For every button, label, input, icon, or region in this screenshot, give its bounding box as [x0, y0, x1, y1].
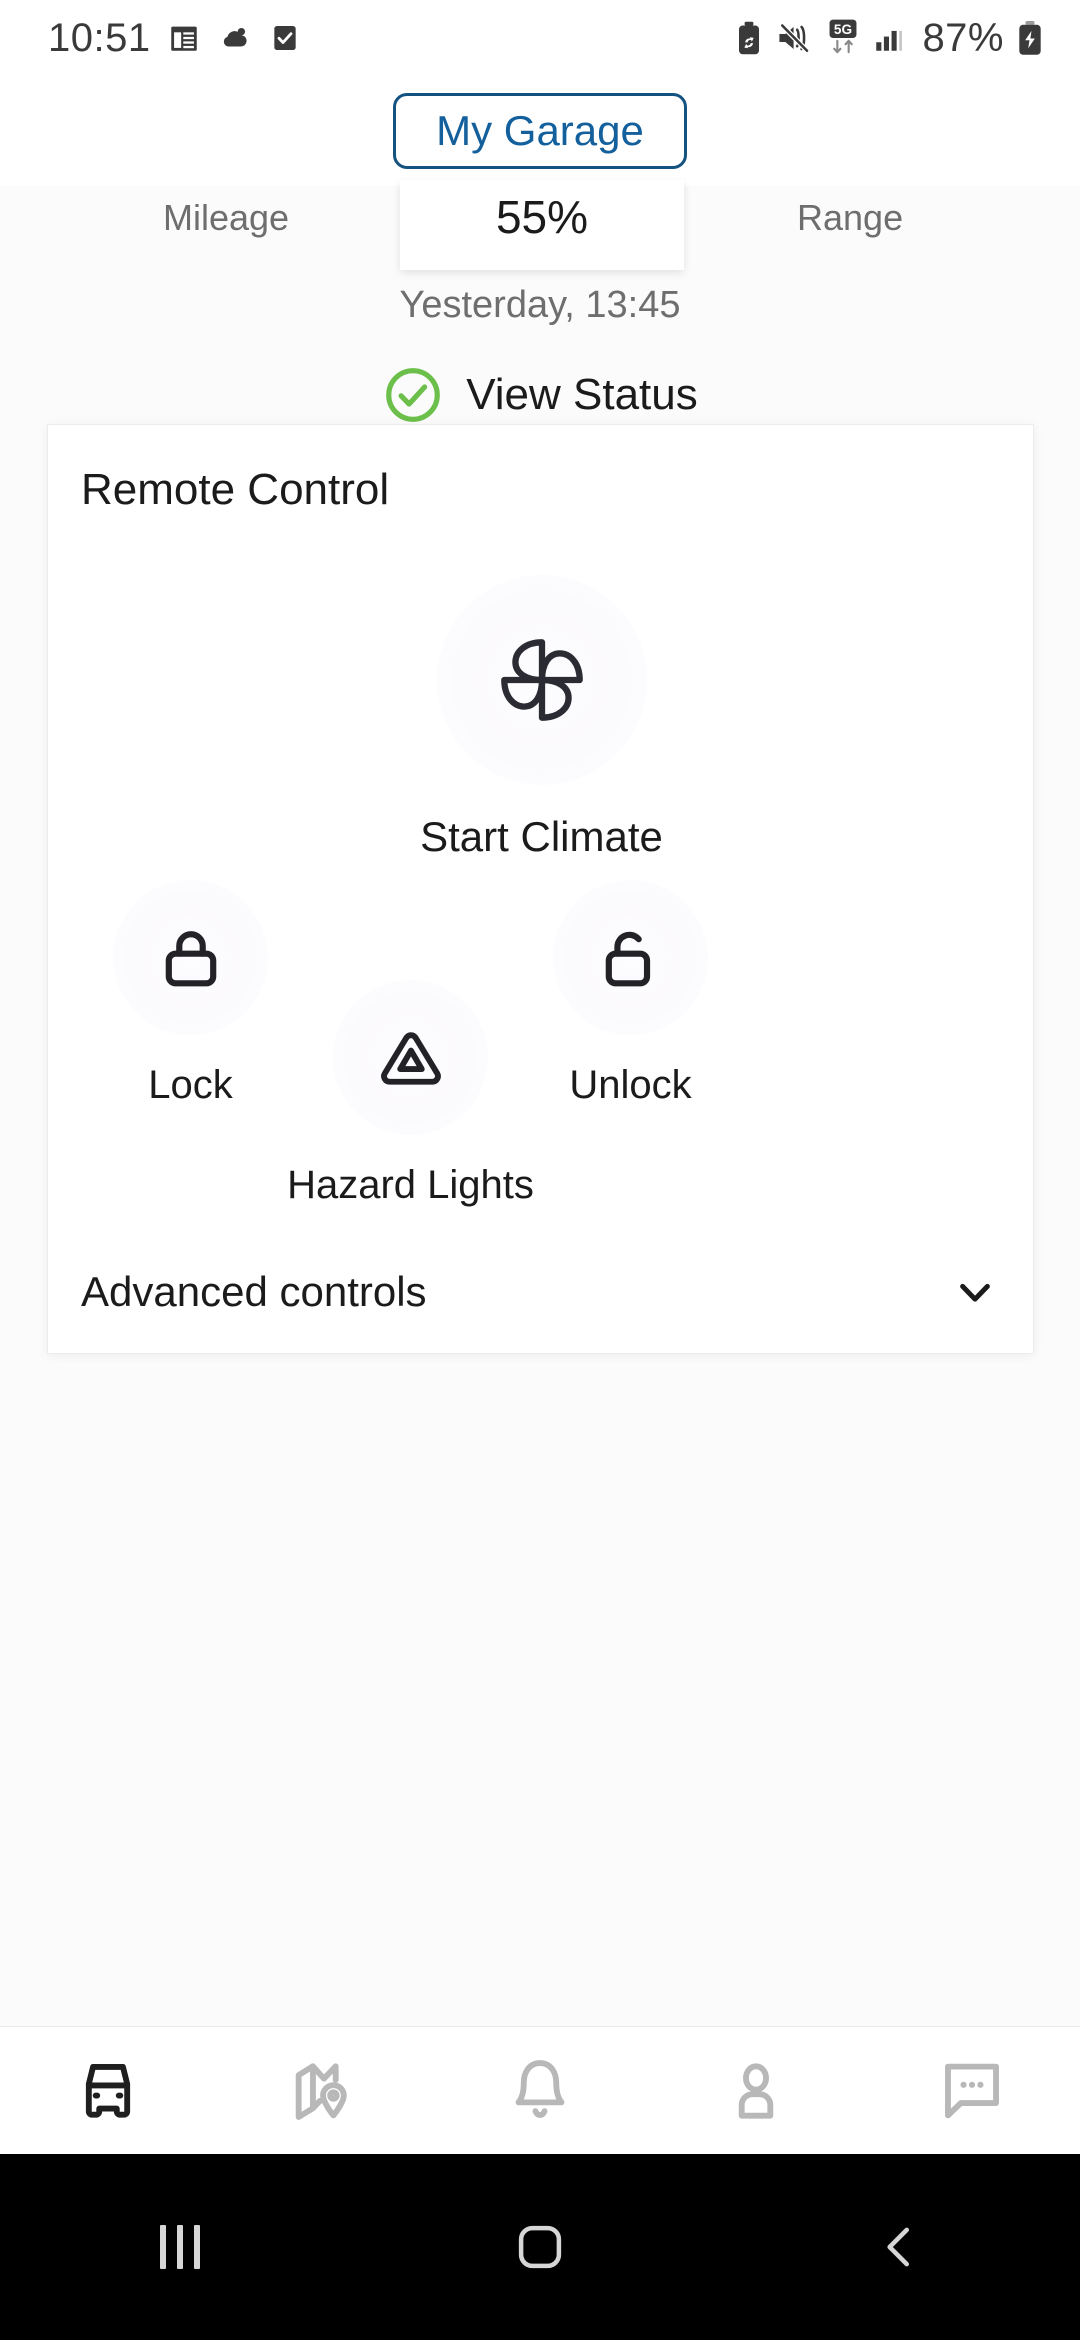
hazard-triangle-icon — [380, 1031, 441, 1085]
view-status-button[interactable]: View Status — [0, 364, 1080, 426]
range-label[interactable]: Range — [797, 197, 903, 239]
battery-level-card[interactable]: 55% — [400, 180, 684, 270]
my-garage-button[interactable]: My Garage — [393, 93, 687, 169]
mute-vibrate-icon — [779, 22, 811, 54]
status-bar-battery-percent: 87% — [922, 15, 1004, 60]
tab-profile[interactable] — [648, 2027, 864, 2154]
advanced-controls-label: Advanced controls — [81, 1268, 427, 1315]
check-circle-icon — [386, 368, 441, 422]
battery-saver-icon — [739, 21, 760, 55]
back-button[interactable] — [720, 2220, 1080, 2274]
chevron-down-icon[interactable] — [948, 1265, 1002, 1319]
battery-level-value: 55% — [495, 191, 589, 243]
remote-control-card: Remote Control Start Climate Lock Unlock… — [47, 424, 1034, 1354]
tab-map[interactable] — [216, 2027, 432, 2154]
view-status-label: View Status — [466, 370, 698, 419]
bottom-tab-bar — [0, 2026, 1080, 2154]
5g-network-icon: 5G — [829, 19, 857, 54]
bell-icon — [515, 2059, 565, 2118]
tab-messages[interactable] — [864, 2027, 1080, 2154]
hazard-lights-label: Hazard Lights — [287, 1163, 534, 1207]
advanced-controls-row[interactable]: Advanced controls — [81, 1257, 1002, 1327]
recent-apps-button[interactable] — [0, 2225, 360, 2269]
app-header: My Garage — [0, 76, 1080, 186]
status-bar-right: 5G 87% — [734, 16, 1044, 61]
calendar-icon — [170, 26, 197, 51]
tab-notifications[interactable] — [432, 2027, 648, 2154]
mileage-label[interactable]: Mileage — [163, 197, 289, 239]
remote-control-title: Remote Control — [81, 465, 390, 514]
person-icon — [738, 2062, 774, 2119]
status-bar-left: 10:51 — [48, 16, 301, 61]
chat-bubble-icon — [945, 2063, 999, 2118]
fan-icon — [500, 639, 583, 721]
unlock-button[interactable]: Unlock — [504, 880, 757, 1108]
lock-closed-icon — [165, 930, 216, 986]
start-climate-circle — [436, 575, 647, 785]
lock-circle — [113, 880, 268, 1035]
svg-text:5G: 5G — [834, 22, 852, 37]
unlock-label: Unlock — [569, 1063, 692, 1107]
start-climate-button[interactable]: Start Climate — [265, 575, 818, 861]
home-button[interactable] — [360, 2220, 720, 2274]
start-climate-label: Start Climate — [420, 813, 663, 860]
hazard-lights-button[interactable]: Hazard Lights — [284, 980, 537, 1208]
system-navigation-bar — [0, 2154, 1080, 2340]
home-square-icon — [518, 2225, 562, 2269]
main-content: Mileage Range 55% Yesterday, 13:45 View … — [0, 180, 1080, 2026]
status-bar: 10:51 5G 87% — [0, 0, 1080, 76]
lock-open-icon — [605, 931, 650, 986]
vehicle-stat-strip: Mileage Range 55% Yesterday, 13:45 View … — [0, 180, 1080, 422]
chevron-left-icon — [887, 2227, 909, 2267]
signal-bars-icon — [876, 30, 903, 51]
battery-charging-icon — [1019, 20, 1041, 55]
recent-apps-icon — [160, 2225, 200, 2269]
last-updated-timestamp: Yesterday, 13:45 — [399, 284, 681, 326]
checkbox-icon — [273, 26, 296, 50]
hazard-lights-circle — [333, 980, 488, 1135]
tab-vehicle[interactable] — [0, 2027, 216, 2154]
car-icon — [85, 2063, 131, 2118]
map-pin-icon — [295, 2062, 347, 2120]
weather-cloud-icon — [223, 27, 247, 47]
lock-label: Lock — [148, 1063, 233, 1107]
status-bar-clock: 10:51 — [48, 15, 151, 60]
unlock-circle — [553, 880, 708, 1035]
lock-button[interactable]: Lock — [64, 880, 317, 1108]
